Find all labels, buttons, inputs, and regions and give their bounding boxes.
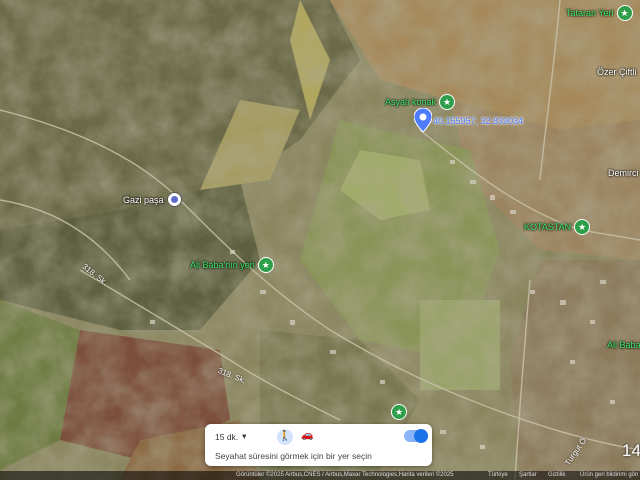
place-label: Asyalı konak [385, 97, 437, 107]
travel-toggle[interactable] [404, 429, 428, 443]
feedback-link[interactable]: Ürün geri bildirimi gön [580, 471, 638, 480]
landmark-icon [166, 192, 182, 207]
place-kotastan[interactable]: KOTASTAN ★ [524, 219, 591, 235]
place-demirci[interactable]: Demirci [608, 168, 639, 178]
star-icon: ★ [257, 257, 274, 273]
star-icon: ★ [439, 94, 456, 110]
duration-value: 15 dk. [215, 431, 239, 442]
place-gazi-pasa[interactable]: Gazi paşa [123, 192, 182, 207]
place-label: Gazi paşa [123, 194, 164, 205]
car-icon[interactable]: 🚗 [301, 430, 313, 441]
star-icon: ★ [574, 219, 591, 235]
scale-value: 140 [622, 441, 640, 460]
place-ali-baba[interactable]: Ali Baba [607, 340, 640, 350]
chevron-down-icon: ▾ [242, 431, 247, 441]
duration-dropdown[interactable]: 15 dk. ▾ [215, 431, 246, 442]
place-label: Ali Baba'nın yeri [190, 260, 255, 270]
privacy-link[interactable]: Gizlilik [548, 471, 565, 480]
place-ali-babanin-yeri[interactable]: Ali Baba'nın yeri ★ [190, 257, 274, 273]
place-label: Tataran Yeri [566, 8, 614, 18]
unnamed-star-pin[interactable]: ★ [391, 404, 407, 420]
location-pin-icon[interactable] [414, 108, 432, 132]
place-ozer-ciftligi[interactable]: Özer Çiftli [597, 67, 637, 77]
place-label: Demirci [608, 168, 639, 178]
star-icon: ★ [616, 5, 633, 21]
walking-icon[interactable]: 🚶 [277, 429, 293, 445]
place-tataran-yeri[interactable]: Tataran Yeri ★ [566, 5, 633, 21]
country-label: Türkiye [488, 472, 508, 478]
place-label: KOTASTAN [524, 222, 572, 232]
star-icon: ★ [391, 404, 407, 420]
attribution-bar: Görüntüler ©2025 Airbus,CNES / Airbus,Ma… [0, 471, 640, 480]
travel-time-card[interactable]: 15 dk. ▾ 🚶 🚗 Seyahat süresini görmek içi… [205, 424, 432, 466]
coordinate-label: 40.155957, 32.839034 [433, 116, 524, 126]
imagery-attribution: Görüntüler ©2025 Airbus,CNES / Airbus,Ma… [236, 472, 454, 478]
satellite-map[interactable] [0, 0, 640, 480]
terms-link[interactable]: Şartlar [519, 471, 537, 480]
travel-hint: Seyahat süresini görmek için bir yer seç… [215, 451, 372, 461]
place-label: Özer Çiftli [597, 67, 637, 77]
place-label: Ali Baba [607, 340, 640, 350]
